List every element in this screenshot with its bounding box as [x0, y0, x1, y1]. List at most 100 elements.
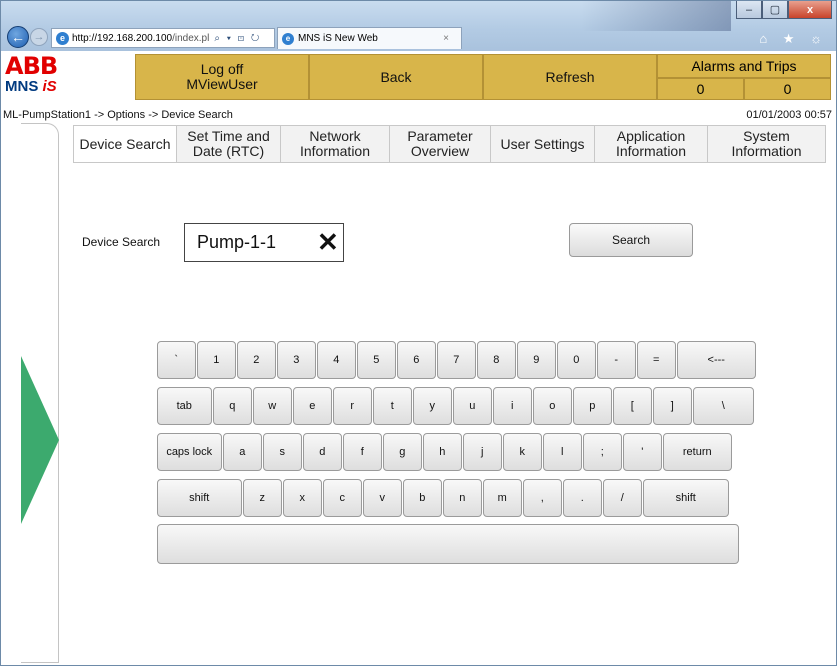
tab-network-information[interactable]: Network Information	[281, 125, 390, 163]
options-tabs: Device Search Set Time and Date (RTC) Netw…	[73, 125, 826, 163]
key-a[interactable]: a	[223, 433, 262, 471]
alarms-trips-panel: Alarms and Trips 0 0	[657, 54, 831, 100]
key-symbol[interactable]: ;	[583, 433, 622, 471]
key-symbol[interactable]: [	[613, 387, 652, 425]
key-8[interactable]: 8	[477, 341, 516, 379]
ie-icon: e	[282, 32, 294, 45]
key-s[interactable]: s	[263, 433, 302, 471]
abb-mns-logo: ABB MNS iS	[5, 54, 133, 102]
app-area: ABB MNS iS Log off MViewUser Back Refresh…	[1, 51, 836, 665]
url-host: http://192.168.200.100	[72, 32, 173, 44]
key-caps-lock[interactable]: caps lock	[157, 433, 222, 471]
trips-count[interactable]: 0	[744, 78, 831, 100]
key-e[interactable]: e	[293, 387, 332, 425]
key-c[interactable]: c	[323, 479, 362, 517]
key-2[interactable]: 2	[237, 341, 276, 379]
key-w[interactable]: w	[253, 387, 292, 425]
key-o[interactable]: o	[533, 387, 572, 425]
alarms-count[interactable]: 0	[657, 78, 744, 100]
key-z[interactable]: z	[243, 479, 282, 517]
key-6[interactable]: 6	[397, 341, 436, 379]
maximize-button[interactable]: ▢	[762, 1, 788, 19]
key-x[interactable]: x	[283, 479, 322, 517]
key-9[interactable]: 9	[517, 341, 556, 379]
key-symbol[interactable]: `	[157, 341, 196, 379]
on-screen-keyboard: ` 1 2 3 4 5 6 7 8 9 0- = <--- tab q w e r t y u i o p[] \ caps lo…	[157, 341, 756, 566]
key-symbol[interactable]: <---	[677, 341, 756, 379]
browser-forward-button[interactable]: →	[30, 28, 48, 46]
key-symbol[interactable]: '	[623, 433, 662, 471]
key-p[interactable]: p	[573, 387, 612, 425]
key-1[interactable]: 1	[197, 341, 236, 379]
back-button[interactable]: Back	[309, 54, 483, 100]
key-t[interactable]: t	[373, 387, 412, 425]
close-window-button[interactable]: x	[788, 1, 832, 19]
clear-search-icon[interactable]: ✕	[317, 227, 339, 257]
keyboard-row: caps lock a s d f g h j k l; ' return	[157, 433, 733, 471]
keyboard-row: ` 1 2 3 4 5 6 7 8 9 0- = <---	[157, 341, 757, 379]
logoff-button[interactable]: Log off MViewUser	[135, 54, 309, 100]
window-controls: – ▢ x	[736, 1, 832, 21]
key-tab[interactable]: tab	[157, 387, 212, 425]
browser-tab[interactable]: e MNS iS New Web ×	[277, 27, 462, 49]
url-path: /index.pl	[172, 32, 210, 44]
key-n[interactable]: n	[443, 479, 482, 517]
ie-icon: e	[56, 31, 69, 45]
key-u[interactable]: u	[453, 387, 492, 425]
key-symbol[interactable]: \	[693, 387, 754, 425]
key-l[interactable]: l	[543, 433, 582, 471]
alarms-trips-title[interactable]: Alarms and Trips	[657, 54, 831, 78]
key-symbol[interactable]: =	[637, 341, 676, 379]
key-d[interactable]: d	[303, 433, 342, 471]
key-4[interactable]: 4	[317, 341, 356, 379]
key-r[interactable]: r	[333, 387, 372, 425]
keyboard-spacebar[interactable]	[157, 524, 739, 564]
key-7[interactable]: 7	[437, 341, 476, 379]
tab-system-information[interactable]: System Information	[708, 125, 826, 163]
key-v[interactable]: v	[363, 479, 402, 517]
key-symbol[interactable]: ,	[523, 479, 562, 517]
key-0[interactable]: 0	[557, 341, 596, 379]
tab-parameter-overview[interactable]: Parameter Overview	[390, 125, 491, 163]
key-return[interactable]: return	[663, 433, 732, 471]
key-shift[interactable]: shift	[643, 479, 729, 517]
key-shift[interactable]: shift	[157, 479, 242, 517]
address-bar-controls[interactable]: ⌕ ▾ ⊡ ↻	[214, 33, 261, 44]
key-m[interactable]: m	[483, 479, 522, 517]
side-nav-arrow-icon[interactable]	[21, 356, 59, 524]
keyboard-row: shift z x c v b n m,. / shift	[157, 479, 730, 517]
key-f[interactable]: f	[343, 433, 382, 471]
key-symbol[interactable]: /	[603, 479, 642, 517]
tab-user-settings[interactable]: User Settings	[491, 125, 595, 163]
mns-is-logo: MNS iS	[5, 78, 57, 95]
key-symbol[interactable]: -	[597, 341, 636, 379]
key-symbol[interactable]: ]	[653, 387, 692, 425]
key-j[interactable]: j	[463, 433, 502, 471]
browser-toolbar-icons[interactable]: ⌂ ★ ☼	[759, 31, 828, 47]
keyboard-row: tab q w e r t y u i o p[] \	[157, 387, 755, 425]
key-i[interactable]: i	[493, 387, 532, 425]
date-time: 01/01/2003 00:57	[746, 109, 832, 121]
refresh-button[interactable]: Refresh	[483, 54, 657, 100]
tab-title: MNS iS New Web	[298, 33, 378, 44]
minimize-button[interactable]: –	[736, 1, 762, 19]
tab-application-information[interactable]: Application Information	[595, 125, 708, 163]
device-search-label: Device Search	[82, 235, 161, 249]
browser-window: – ▢ x ← → e http://192.168.200.100 /inde…	[0, 0, 837, 666]
search-button[interactable]: Search	[569, 223, 693, 257]
key-h[interactable]: h	[423, 433, 462, 471]
key-5[interactable]: 5	[357, 341, 396, 379]
tab-set-time-and-date-rtc[interactable]: Set Time and Date (RTC)	[177, 125, 281, 163]
key-3[interactable]: 3	[277, 341, 316, 379]
tab-device-search[interactable]: Device Search	[73, 125, 177, 163]
address-bar[interactable]: e http://192.168.200.100 /index.pl ⌕ ▾ ⊡…	[51, 28, 275, 48]
browser-titlebar: – ▢ x ← → e http://192.168.200.100 /inde…	[1, 1, 836, 51]
key-symbol[interactable]: .	[563, 479, 602, 517]
tab-close-icon[interactable]: ×	[443, 33, 449, 44]
key-g[interactable]: g	[383, 433, 422, 471]
key-y[interactable]: y	[413, 387, 452, 425]
key-b[interactable]: b	[403, 479, 442, 517]
key-q[interactable]: q	[213, 387, 252, 425]
key-k[interactable]: k	[503, 433, 542, 471]
browser-back-button[interactable]: ←	[7, 26, 29, 48]
